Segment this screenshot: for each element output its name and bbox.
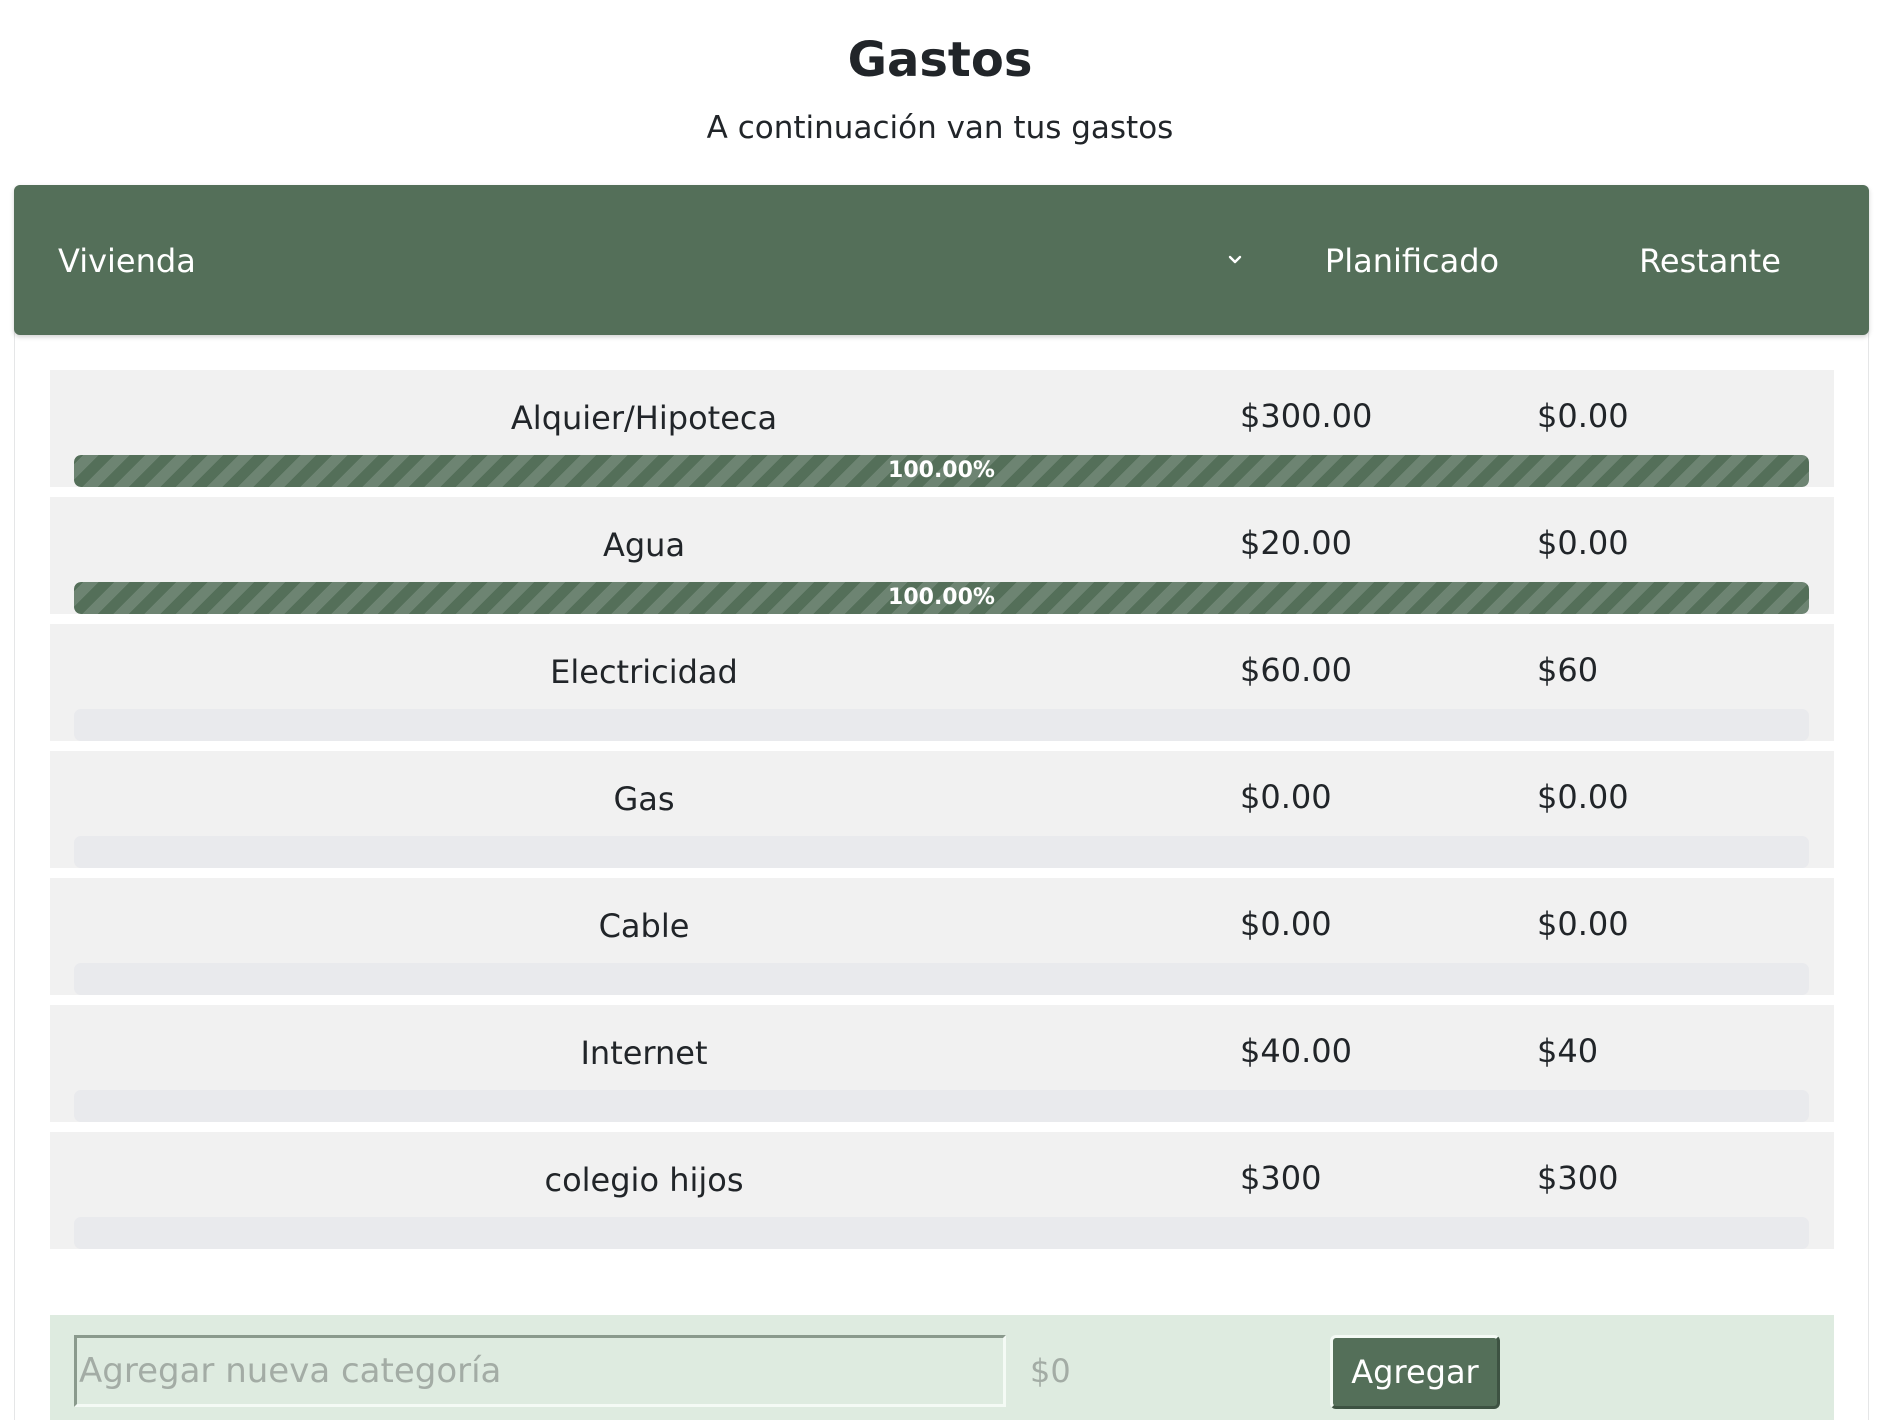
progress-bar bbox=[74, 1090, 1809, 1122]
progress-label: 100.00% bbox=[888, 585, 995, 610]
progress-label: 100.00% bbox=[888, 458, 995, 483]
expense-name: Internet bbox=[580, 1034, 708, 1072]
new-category-amount-input[interactable] bbox=[1030, 1335, 1290, 1407]
expense-name: Agua bbox=[602, 526, 686, 564]
expense-row[interactable]: Electricidad $60.00 $60 bbox=[50, 624, 1834, 741]
expense-planned: $60.00 bbox=[1240, 651, 1352, 689]
page-subtitle: A continuación van tus gastos bbox=[706, 110, 1174, 146]
expense-planned: $40.00 bbox=[1240, 1032, 1352, 1070]
page-title: Gastos bbox=[847, 32, 1033, 88]
chevron-down-icon bbox=[1224, 249, 1246, 271]
expense-row[interactable]: Gas $0.00 $0.00 bbox=[50, 751, 1834, 868]
remaining-column-header: Restante bbox=[1639, 242, 1781, 280]
expense-planned: $300.00 bbox=[1240, 397, 1373, 435]
expense-planned: $300 bbox=[1240, 1159, 1322, 1197]
expense-remaining: $0.00 bbox=[1537, 778, 1629, 816]
expense-planned: $0.00 bbox=[1240, 905, 1332, 943]
progress-bar: 100.00% bbox=[74, 582, 1809, 614]
card-header: Vivienda Planificado Restante bbox=[14, 185, 1869, 335]
expense-row[interactable]: Internet $40.00 $40 bbox=[50, 1005, 1834, 1122]
progress-bar bbox=[74, 963, 1809, 995]
expenses-page: Gastos A continuación van tus gastos Viv… bbox=[0, 0, 1896, 1420]
progress-bar bbox=[74, 836, 1809, 868]
expense-name: Gas bbox=[613, 780, 675, 818]
planned-column-header: Planificado bbox=[1324, 242, 1500, 280]
new-category-input[interactable] bbox=[74, 1335, 1006, 1407]
progress-fill: 100.00% bbox=[74, 582, 1809, 614]
progress-bar bbox=[74, 709, 1809, 741]
progress-bar: 100.00% bbox=[74, 455, 1809, 487]
expense-name: Electricidad bbox=[550, 653, 738, 691]
category-group-label: Vivienda bbox=[58, 242, 196, 280]
expense-row[interactable]: Agua $20.00 $0.00 100.00% bbox=[50, 497, 1834, 614]
add-category-button[interactable]: Agregar bbox=[1330, 1335, 1500, 1409]
expense-planned: $0.00 bbox=[1240, 778, 1332, 816]
add-category-form: Agregar bbox=[50, 1315, 1834, 1420]
progress-bar bbox=[74, 1217, 1809, 1249]
expense-name: Cable bbox=[598, 907, 690, 945]
expense-row[interactable]: Alquier/Hipoteca $300.00 $0.00 100.00% bbox=[50, 370, 1834, 487]
expense-row[interactable]: colegio hijos $300 $300 bbox=[50, 1132, 1834, 1249]
expense-remaining: $0.00 bbox=[1537, 905, 1629, 943]
expense-remaining: $0.00 bbox=[1537, 397, 1629, 435]
progress-fill: 100.00% bbox=[74, 455, 1809, 487]
expense-name: colegio hijos bbox=[544, 1161, 744, 1199]
expense-remaining: $300 bbox=[1537, 1159, 1619, 1197]
category-group-select[interactable]: Vivienda bbox=[58, 233, 1246, 289]
expense-name: Alquier/Hipoteca bbox=[510, 399, 778, 437]
expense-remaining: $0.00 bbox=[1537, 524, 1629, 562]
expense-planned: $20.00 bbox=[1240, 524, 1352, 562]
expense-row[interactable]: Cable $0.00 $0.00 bbox=[50, 878, 1834, 995]
expense-remaining: $60 bbox=[1537, 651, 1599, 689]
expense-remaining: $40 bbox=[1537, 1032, 1599, 1070]
